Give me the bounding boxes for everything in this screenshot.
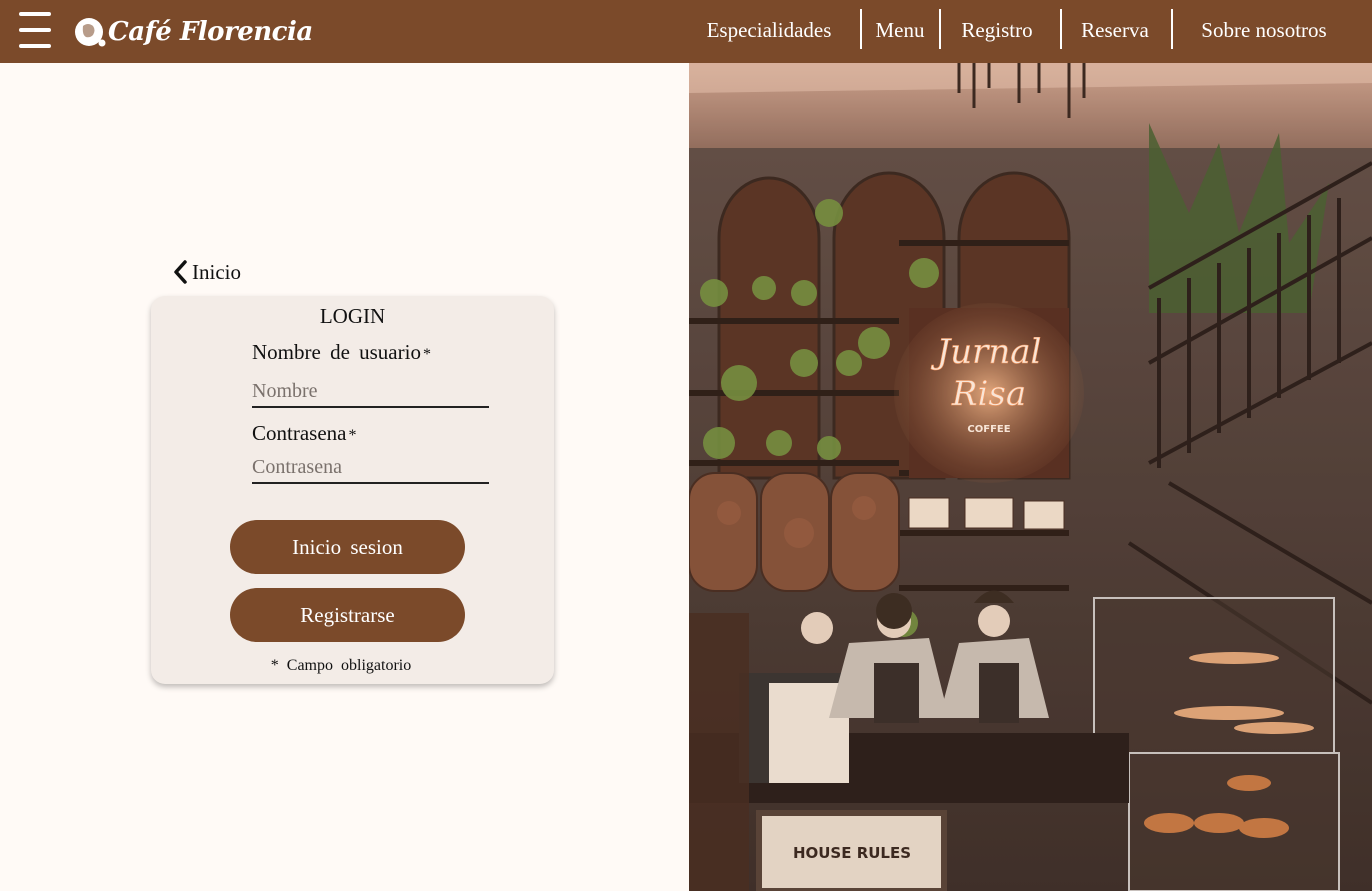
- required-asterisk: *: [422, 346, 431, 363]
- nav-sobre-nosotros[interactable]: Sobre nosotros: [1176, 10, 1352, 50]
- brand-name: Café Florencia: [108, 17, 313, 47]
- login-card: LOGIN Nombre de usuario* Contrasena* Ini…: [151, 296, 554, 684]
- cafe-interior-illustration: Jurnal Risa COFFEE HOUSE RULES: [689, 63, 1372, 891]
- back-to-inicio-link[interactable]: Inicio: [170, 258, 241, 286]
- brand-logo-link[interactable]: Café Florencia: [74, 14, 313, 50]
- hamburger-menu-icon[interactable]: [19, 12, 51, 50]
- nav-registro[interactable]: Registro: [941, 10, 1053, 50]
- cafe-logo-icon: [75, 18, 106, 47]
- username-input[interactable]: [252, 378, 489, 408]
- nav-especialidades[interactable]: Especialidades: [690, 10, 848, 50]
- username-label: Nombre de usuario *: [252, 340, 431, 365]
- password-label: Contrasena *: [252, 421, 356, 446]
- password-label-text: Contrasena: [252, 421, 347, 445]
- required-field-note: * Campo obligatorio: [270, 657, 412, 674]
- register-button[interactable]: Registrarse: [230, 588, 465, 642]
- nav-menu[interactable]: Menu: [862, 10, 938, 50]
- password-input[interactable]: [252, 454, 489, 484]
- nav-reserva[interactable]: Reserva: [1062, 10, 1168, 50]
- login-button[interactable]: Inicio sesion: [230, 520, 465, 574]
- chevron-left-icon: [174, 260, 187, 284]
- cafe-interior-photo: Jurnal Risa COFFEE HOUSE RULES: [689, 63, 1372, 891]
- required-asterisk: *: [348, 427, 357, 444]
- username-label-text: Nombre de usuario: [252, 340, 421, 364]
- back-link-label: Inicio: [192, 259, 241, 284]
- top-navigation-bar: Café Florencia Especialidades Menu Regis…: [0, 0, 1372, 63]
- login-title: LOGIN: [319, 304, 386, 328]
- nav-divider: [1171, 9, 1173, 49]
